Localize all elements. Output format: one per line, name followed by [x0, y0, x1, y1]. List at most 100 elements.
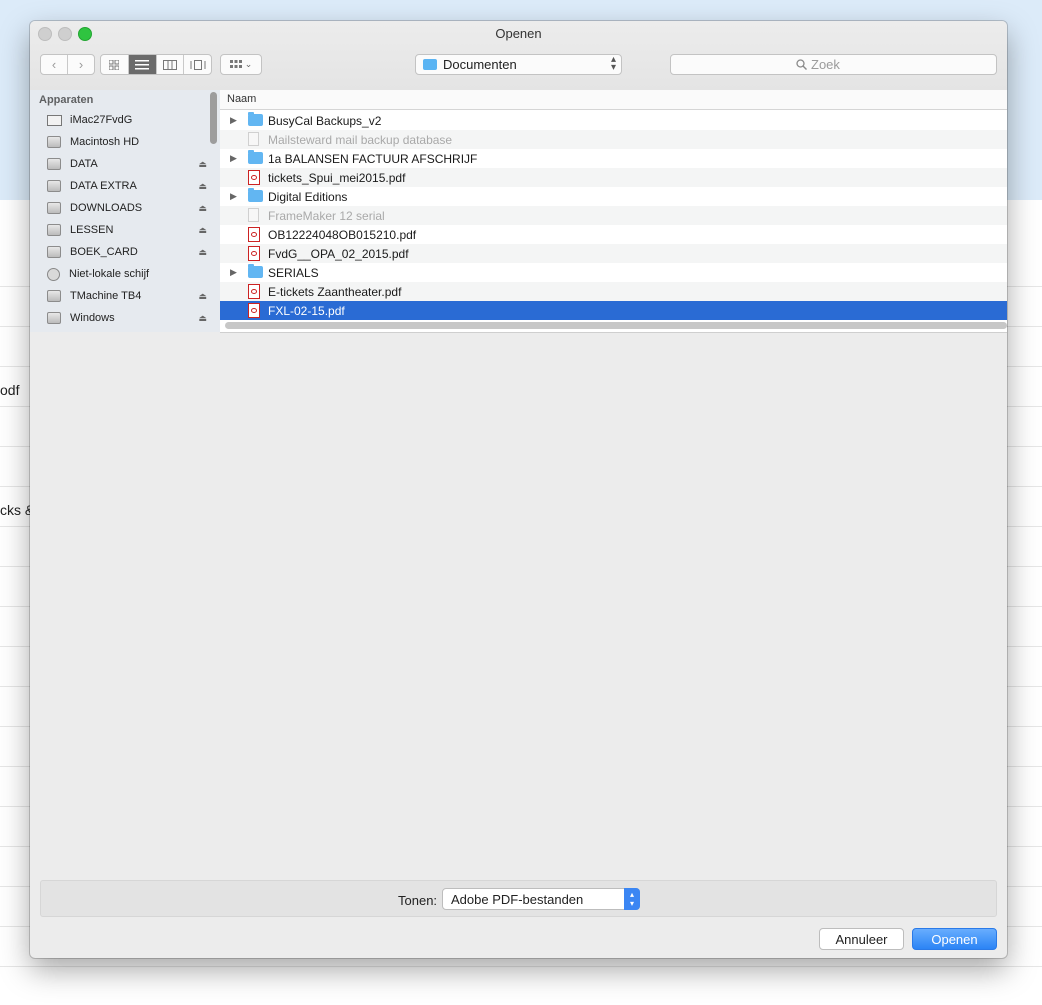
- pdf-file-icon: [248, 246, 260, 261]
- list-icon: [135, 59, 150, 69]
- chevron-down-icon: ⌄: [244, 59, 253, 69]
- chevron-left-icon: ‹: [51, 57, 57, 72]
- search-input[interactable]: [811, 57, 871, 72]
- file-name: Mailsteward mail backup database: [268, 132, 453, 147]
- file-name: FvdG__OPA_02_2015.pdf: [268, 246, 409, 261]
- forward-button[interactable]: ›: [67, 55, 94, 74]
- arrange-grid-icon: [229, 59, 242, 68]
- monitor-icon: [47, 114, 62, 126]
- sidebar-item-downloads[interactable]: DOWNLOADS ⏏: [47, 197, 207, 219]
- disk-icon: [47, 158, 61, 170]
- sidebar-item-label: DATA EXTRA: [70, 180, 137, 192]
- file-name: tickets_Spui_mei2015.pdf: [268, 170, 406, 185]
- sidebar-item-label: DATA: [70, 158, 98, 170]
- file-row[interactable]: ▶ 1a BALANSEN FACTUUR AFSCHRIJF: [220, 149, 1007, 168]
- column-view-button[interactable]: [155, 55, 184, 74]
- sidebar-item-lessen[interactable]: LESSEN ⏏: [47, 219, 207, 241]
- search-field[interactable]: [670, 54, 997, 75]
- file-name: SERIALS: [268, 265, 319, 280]
- pdf-file-icon: [248, 284, 260, 299]
- coverflow-view-button[interactable]: [183, 55, 211, 74]
- file-row: Mailsteward mail backup database: [220, 130, 1007, 149]
- folder-icon: [248, 112, 263, 126]
- document-icon: [248, 132, 259, 146]
- file-row[interactable]: OB12224048OB015210.pdf: [220, 225, 1007, 244]
- pdf-file-icon: [248, 170, 260, 185]
- view-mode-group: [100, 54, 212, 75]
- file-name: OB12224048OB015210.pdf: [268, 227, 417, 242]
- folder-icon: [248, 188, 263, 202]
- eject-icon[interactable]: ⏏: [198, 181, 207, 192]
- folder-icon: [423, 59, 437, 70]
- file-name: FXL-02-15.pdf: [268, 303, 345, 318]
- disk-icon: [47, 180, 61, 192]
- network-disc-icon: [47, 267, 60, 281]
- sidebar-item-boek-card[interactable]: BOEK_CARD ⏏: [47, 241, 207, 263]
- open-button[interactable]: Openen: [912, 928, 997, 950]
- disclosure-triangle-icon[interactable]: ▶: [230, 267, 237, 278]
- column-header-name[interactable]: Naam: [220, 90, 1007, 110]
- disk-icon: [47, 312, 61, 324]
- arrange-button[interactable]: ⌄: [220, 54, 262, 75]
- horizontal-scrollbar[interactable]: [225, 322, 1007, 329]
- sidebar-item-label: LESSEN: [70, 224, 114, 236]
- background-row-divider: [0, 966, 1042, 967]
- columns-icon: [162, 59, 177, 70]
- file-list: Naam ▶ BusyCal Backups_v2 Mailsteward ma…: [220, 90, 1007, 333]
- disclosure-triangle-icon[interactable]: ▶: [230, 153, 237, 164]
- disk-icon: [47, 290, 61, 302]
- sidebar-item-imac27fvdg[interactable]: iMac27FvdG: [47, 109, 202, 131]
- file-name: 1a BALANSEN FACTUUR AFSCHRIJF: [268, 151, 478, 166]
- file-name: BusyCal Backups_v2: [268, 113, 382, 128]
- file-row[interactable]: E-tickets Zaantheater.pdf: [220, 282, 1007, 301]
- eject-icon[interactable]: ⏏: [198, 313, 207, 324]
- disclosure-triangle-icon[interactable]: ▶: [230, 191, 237, 202]
- eject-icon[interactable]: ⏏: [198, 291, 207, 302]
- location-popup[interactable]: Documenten ▴ ▾: [415, 54, 622, 75]
- disclosure-triangle-icon[interactable]: ▶: [230, 115, 237, 126]
- sidebar-item-label: Macintosh HD: [70, 136, 140, 148]
- file-row-selected[interactable]: FXL-02-15.pdf: [220, 301, 1007, 320]
- file-row[interactable]: ▶ SERIALS: [220, 263, 1007, 282]
- eject-icon[interactable]: ⏏: [198, 159, 207, 170]
- pdf-file-icon: [248, 227, 260, 242]
- sidebar-item-label: BOEK_CARD: [70, 246, 138, 258]
- sidebar-scrollbar[interactable]: [210, 92, 217, 144]
- disk-icon: [47, 136, 61, 148]
- sidebar-item-label: DOWNLOADS: [70, 202, 143, 214]
- file-name: FrameMaker 12 serial: [268, 208, 385, 223]
- file-row[interactable]: ▶ BusyCal Backups_v2: [220, 111, 1007, 130]
- search-icon: [796, 59, 807, 70]
- file-type-select[interactable]: Adobe PDF-bestanden ▴ ▾: [442, 888, 640, 910]
- eject-icon[interactable]: ⏏: [198, 203, 207, 214]
- eject-icon[interactable]: ⏏: [198, 225, 207, 236]
- file-row[interactable]: ▶ Digital Editions: [220, 187, 1007, 206]
- document-icon: [248, 208, 259, 222]
- filter-label: Tonen:: [398, 893, 438, 908]
- back-button[interactable]: ‹: [41, 55, 67, 74]
- sidebar-item-tmachine-tb4[interactable]: TMachine TB4 ⏏: [47, 285, 207, 307]
- sidebar-item-label: TMachine TB4: [70, 290, 142, 302]
- coverflow-icon: [190, 59, 206, 70]
- sidebar: Apparaten iMac27FvdG Macintosh HD DATA ⏏…: [30, 90, 221, 332]
- sidebar-item-label: Windows: [70, 312, 115, 324]
- cancel-button[interactable]: Annuleer: [819, 928, 904, 950]
- sidebar-item-macintosh-hd[interactable]: Macintosh HD: [47, 131, 202, 153]
- chevron-right-icon: ›: [78, 57, 84, 72]
- icon-view-button[interactable]: [101, 55, 128, 74]
- sidebar-item-data-extra[interactable]: DATA EXTRA ⏏: [47, 175, 207, 197]
- location-label: Documenten: [443, 57, 517, 72]
- sidebar-item-data[interactable]: DATA ⏏: [47, 153, 207, 175]
- eject-icon[interactable]: ⏏: [198, 247, 207, 258]
- up-down-arrows-icon: ▴ ▾: [610, 54, 616, 73]
- file-row[interactable]: tickets_Spui_mei2015.pdf: [220, 168, 1007, 187]
- file-type-bar: Tonen: Adobe PDF-bestanden ▴ ▾: [40, 880, 997, 917]
- disk-icon: [47, 246, 61, 258]
- pdf-file-icon: [248, 303, 260, 318]
- file-name: E-tickets Zaantheater.pdf: [268, 284, 402, 299]
- file-row[interactable]: FvdG__OPA_02_2015.pdf: [220, 244, 1007, 263]
- sidebar-item-niet-lokale-schijf[interactable]: Niet-lokale schijf: [47, 263, 202, 285]
- sidebar-item-windows[interactable]: Windows ⏏: [47, 307, 207, 329]
- disk-icon: [47, 202, 61, 214]
- list-view-button[interactable]: [127, 55, 156, 74]
